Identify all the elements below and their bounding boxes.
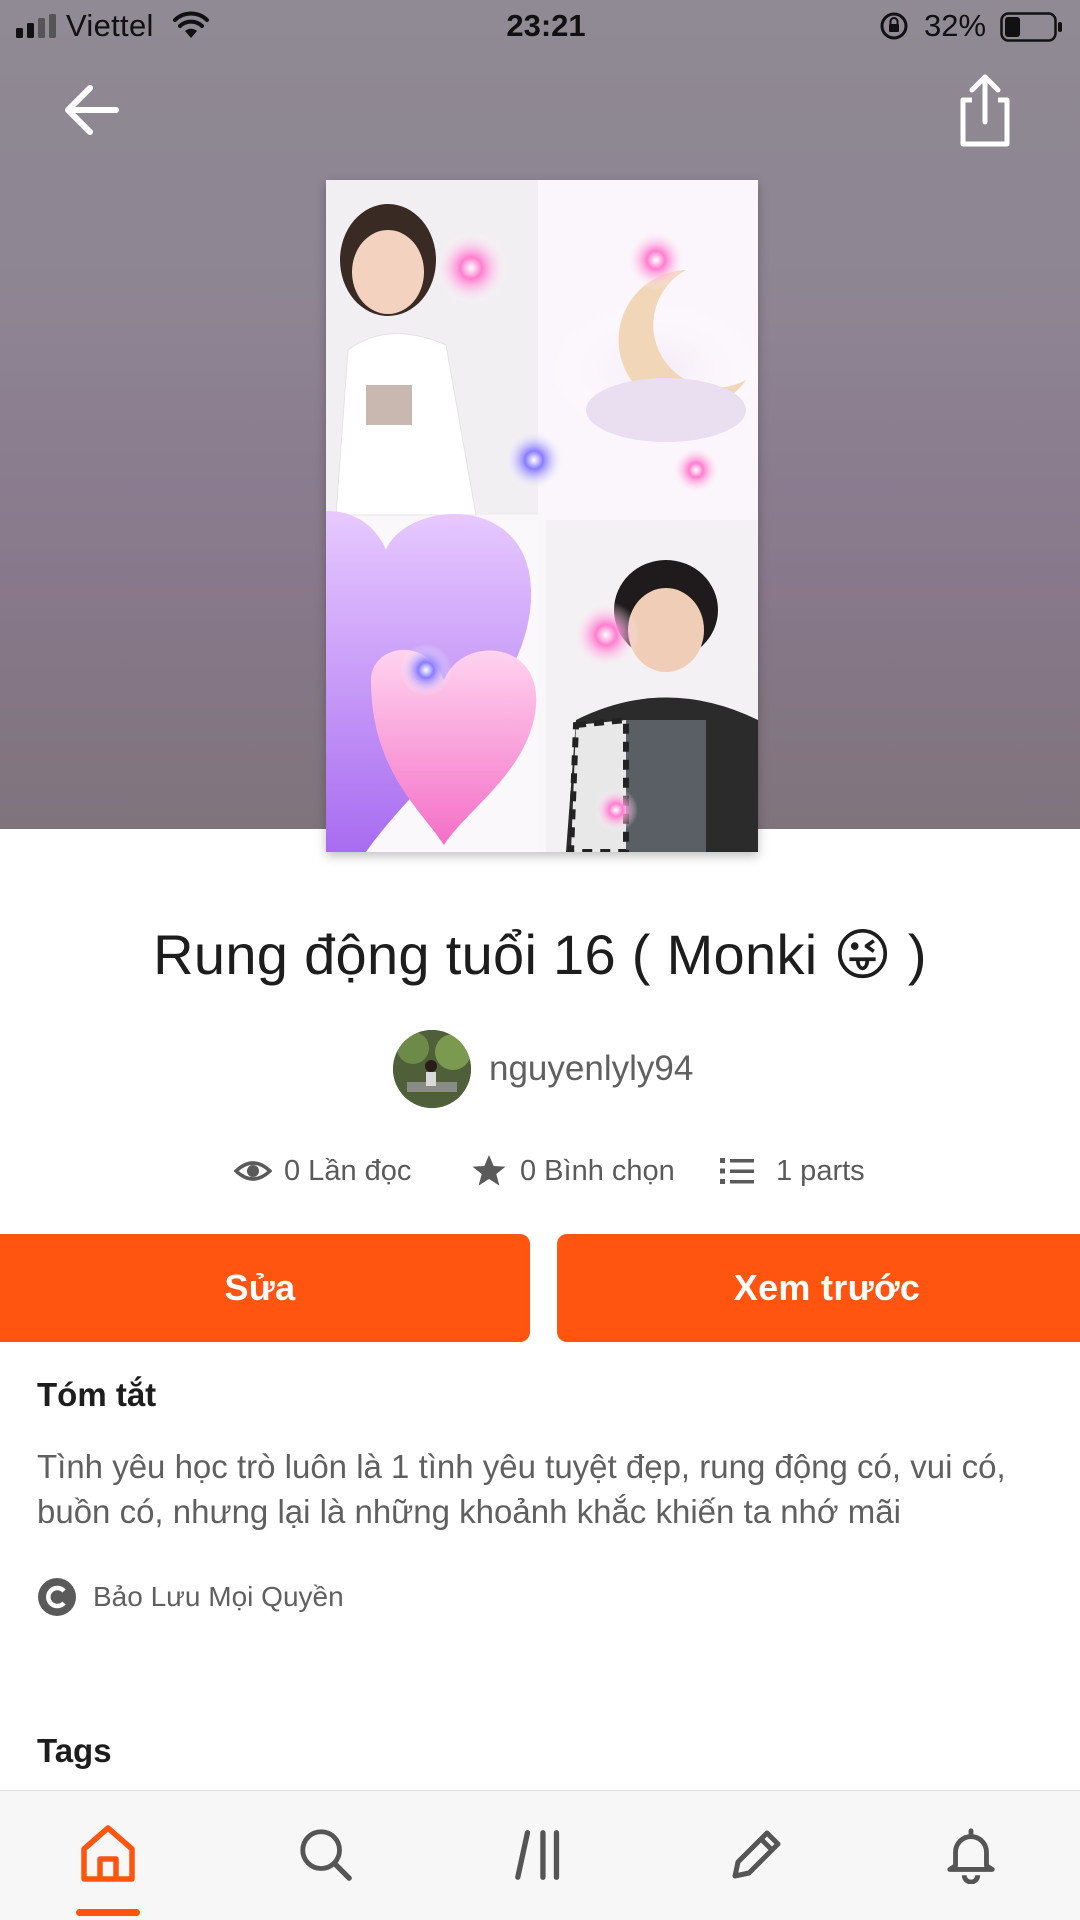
copyright-text: Bảo Lưu Mọi Quyền: [93, 1581, 344, 1612]
nav-write[interactable]: [720, 1821, 790, 1887]
home-icon: [81, 1825, 135, 1882]
preview-button[interactable]: Xem trước: [557, 1234, 1080, 1342]
story-title: Rung động tuổi 16 ( Monki 😜 ): [153, 923, 927, 986]
copyright-notice: Bảo Lưu Mọi Quyền: [37, 1576, 344, 1618]
reads-count: 0 Lần đọc: [284, 1154, 412, 1187]
share-button[interactable]: [950, 70, 1020, 150]
copyright-icon: [38, 1578, 76, 1616]
author-name[interactable]: nguyenlyly94: [489, 1049, 693, 1089]
parts-count: 1 parts: [776, 1154, 865, 1187]
orientation-lock-icon: [880, 12, 908, 40]
eye-icon: [234, 1161, 272, 1181]
tags-heading: Tags: [37, 1732, 112, 1769]
votes-stat: 0 Bình chọn: [470, 1148, 675, 1194]
author-link[interactable]: nguyenlyly94: [393, 1030, 693, 1108]
reads-stat: 0 Lần đọc: [234, 1148, 411, 1194]
author-avatar[interactable]: [393, 1030, 471, 1108]
nav-home[interactable]: [73, 1821, 143, 1887]
active-tab-indicator: [76, 1909, 140, 1916]
nav-search[interactable]: [290, 1821, 360, 1887]
write-icon: [732, 1830, 781, 1879]
story-cover-image: [326, 180, 758, 852]
star-icon: [472, 1155, 506, 1186]
votes-count: 0 Bình chọn: [520, 1154, 675, 1187]
summary-text: Tình yêu học trò luôn là 1 tình yêu tuyệ…: [37, 1448, 1006, 1530]
list-icon: [720, 1158, 754, 1184]
status-bar: Viettel 23:21 32%: [0, 0, 1080, 56]
search-icon: [300, 1829, 352, 1881]
arrow-left-icon: [65, 85, 119, 135]
battery-percentage: 32%: [924, 8, 987, 43]
battery-icon: [1000, 12, 1062, 42]
summary-heading: Tóm tắt: [37, 1376, 157, 1413]
nav-notifications[interactable]: [936, 1821, 1006, 1887]
share-icon: [960, 74, 1010, 147]
parts-stat: 1 parts: [718, 1148, 865, 1194]
notification-bell-icon: [947, 1828, 995, 1884]
library-icon: [515, 1830, 560, 1880]
status-time: 23:21: [506, 8, 586, 43]
bottom-navigation: [0, 1790, 1080, 1920]
story-stats: 0 Lần đọc 0 Bình chọn 1 parts: [0, 1148, 1080, 1194]
edit-button[interactable]: Sửa: [0, 1234, 530, 1342]
back-button[interactable]: [56, 74, 126, 144]
nav-library[interactable]: [506, 1821, 576, 1887]
